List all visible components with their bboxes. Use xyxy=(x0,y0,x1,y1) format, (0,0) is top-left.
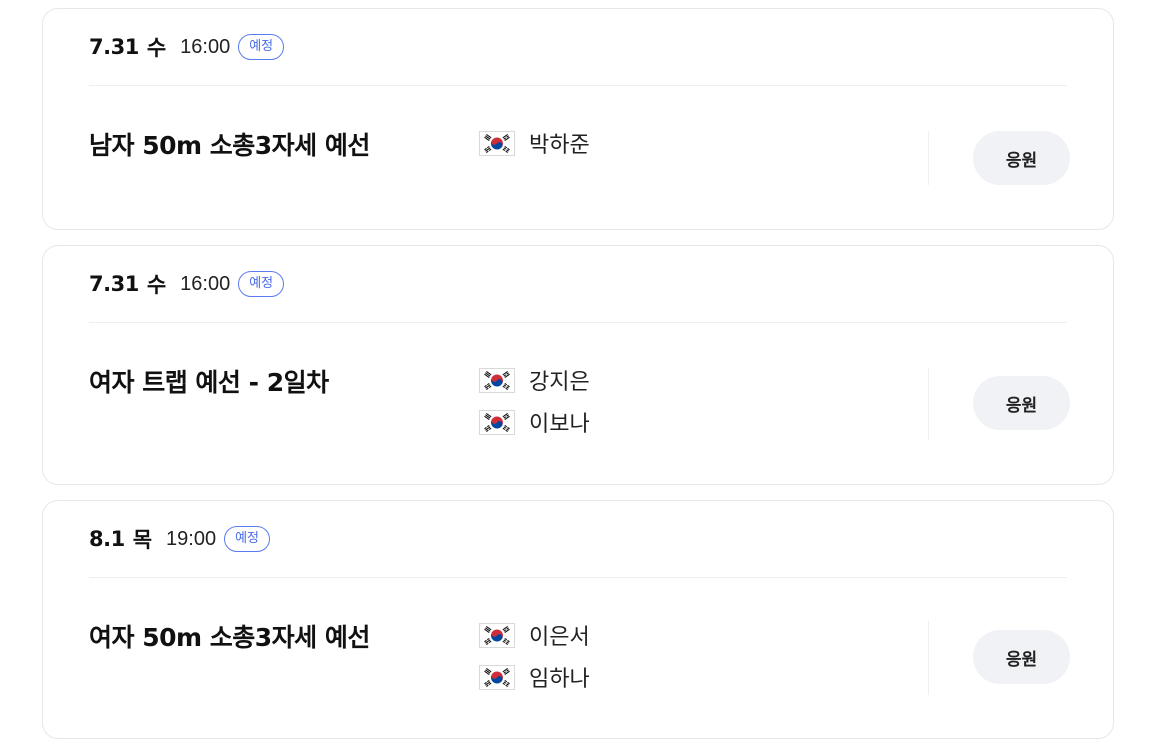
event-title: 남자 50m 소총3자세 예선 xyxy=(89,131,370,160)
status-badge: 예정 xyxy=(238,34,285,60)
event-date: 8.1 xyxy=(89,527,125,551)
status-badge: 예정 xyxy=(238,271,285,297)
athlete-name: 임하나 xyxy=(529,667,590,692)
event-card-header: 7.31 수 16:00 예정 xyxy=(89,9,1067,86)
athlete-item: 박하준 xyxy=(479,122,590,164)
event-time: 16:00 xyxy=(180,35,231,58)
korea-flag-icon xyxy=(479,622,515,648)
korea-flag-icon xyxy=(479,130,515,156)
status-badge: 예정 xyxy=(224,526,271,552)
cheer-button[interactable]: 응원 xyxy=(973,376,1070,430)
vertical-divider xyxy=(928,368,929,440)
korea-flag-icon xyxy=(479,664,515,690)
vertical-divider xyxy=(928,131,929,185)
event-card-header: 7.31 수 16:00 예정 xyxy=(89,246,1067,323)
event-day: 목 xyxy=(132,528,153,552)
event-date: 7.31 xyxy=(89,35,139,59)
athlete-name: 강지은 xyxy=(529,370,590,395)
athlete-item: 강지은 xyxy=(479,359,590,401)
event-time: 16:00 xyxy=(180,272,231,295)
korea-flag-icon xyxy=(479,367,515,393)
cheer-button[interactable]: 응원 xyxy=(973,630,1070,684)
event-title: 여자 트랩 예선 - 2일차 xyxy=(89,368,329,397)
event-time: 19:00 xyxy=(166,527,217,550)
athlete-item: 임하나 xyxy=(479,656,590,698)
athlete-name: 이은서 xyxy=(529,625,590,650)
event-date: 7.31 xyxy=(89,272,139,296)
cheer-button[interactable]: 응원 xyxy=(973,131,1070,185)
event-day: 수 xyxy=(146,273,167,297)
korea-flag-icon xyxy=(479,409,515,435)
athlete-name: 이보나 xyxy=(529,412,590,437)
event-day: 수 xyxy=(146,36,167,60)
event-title: 여자 50m 소총3자세 예선 xyxy=(89,623,370,652)
vertical-divider xyxy=(928,621,929,695)
athlete-name: 박하준 xyxy=(529,133,590,158)
event-card: 7.31 수 16:00 예정 여자 트랩 예선 - 2일차 강지은 이보나 응… xyxy=(42,245,1114,485)
event-card: 7.31 수 16:00 예정 남자 50m 소총3자세 예선 박하준 응원 xyxy=(42,8,1114,230)
athlete-item: 이보나 xyxy=(479,401,590,443)
event-schedule-list: 7.31 수 16:00 예정 남자 50m 소총3자세 예선 박하준 응원 7… xyxy=(0,0,1161,746)
athlete-list: 강지은 이보나 xyxy=(479,359,590,443)
athlete-item: 이은서 xyxy=(479,614,590,656)
event-card: 8.1 목 19:00 예정 여자 50m 소총3자세 예선 이은서 임하나 응… xyxy=(42,500,1114,739)
event-card-header: 8.1 목 19:00 예정 xyxy=(89,501,1067,578)
athlete-list: 박하준 xyxy=(479,122,590,164)
athlete-list: 이은서 임하나 xyxy=(479,614,590,698)
